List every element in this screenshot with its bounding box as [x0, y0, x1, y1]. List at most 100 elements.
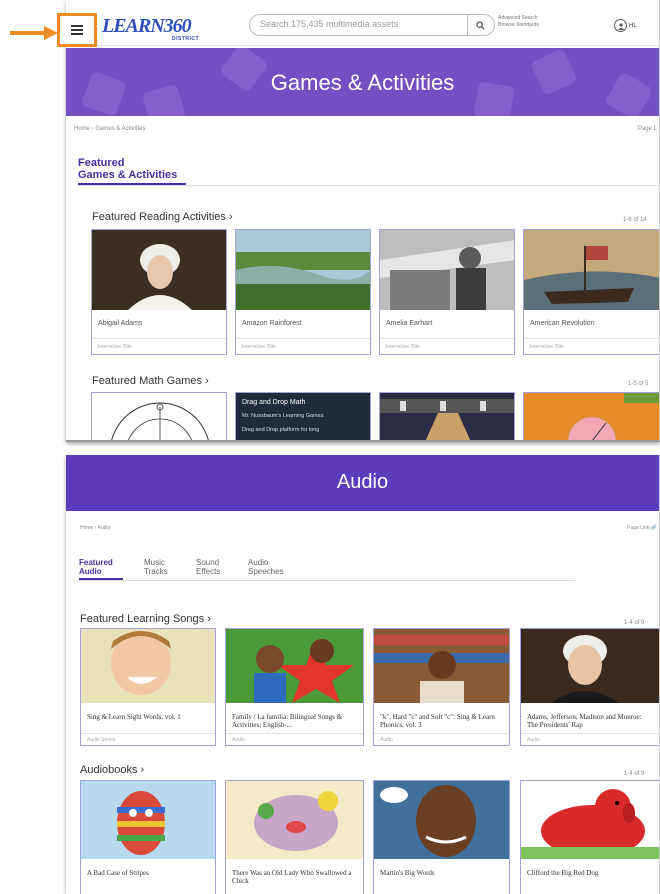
- card-divider: [92, 338, 226, 339]
- section-title-songs[interactable]: Featured Learning Songs ›: [80, 613, 211, 625]
- card-title: "k", Hard "c" and Soft "c": Sing & Learn…: [380, 713, 495, 729]
- user-initials: HL: [629, 22, 637, 29]
- tab-sound-effects[interactable]: Sound Effects: [196, 558, 220, 576]
- card-thumbnail: [92, 393, 226, 440]
- tab-label-line2: Effects: [196, 567, 221, 576]
- tab-featured-audio[interactable]: Featured Audio: [79, 558, 113, 576]
- card-old-lady-chick[interactable]: There Was an Old Lady Who Swallowed a Ch…: [225, 780, 364, 894]
- tab-label-line1: Featured: [79, 558, 113, 567]
- card-description: Drag and Drop platform for long: [242, 427, 320, 433]
- card-thumbnail: [380, 230, 514, 310]
- card-amazon-rainforest[interactable]: Amazon Rainforest Interactive Title: [235, 229, 371, 355]
- games-activities-screenshot: LEARN360 DISTRICT Advanced Search Browse…: [66, 0, 660, 442]
- card-thumbnail: [524, 393, 659, 440]
- card-divider: [226, 733, 363, 734]
- breadcrumb[interactable]: Home › Audio: [80, 525, 110, 531]
- section-title-math[interactable]: Featured Math Games ›: [92, 375, 209, 387]
- card-title: Martin's Big Words: [380, 869, 435, 877]
- card-title: Abigail Adams: [98, 320, 143, 327]
- tab-divider: [79, 580, 575, 581]
- card-american-revolution[interactable]: American Revolution Interactive Title: [523, 229, 659, 355]
- card-math-pig[interactable]: [523, 392, 659, 440]
- card-title: Amelia Earhart: [386, 320, 433, 327]
- card-type: Audio Series: [87, 737, 116, 743]
- tab-label-line2: Speeches: [248, 567, 284, 576]
- section-title-audiobooks[interactable]: Audiobooks ›: [80, 764, 144, 776]
- tab-audio-speeches[interactable]: Audio Speeches: [248, 558, 284, 576]
- card-type: Audio: [380, 737, 393, 743]
- card-divider: [524, 338, 659, 339]
- section-count-audiobooks: 1-4 of 9: [624, 771, 645, 777]
- search-box[interactable]: [249, 14, 495, 36]
- card-thumbnail: [92, 230, 226, 310]
- card-type: Interactive Title: [242, 344, 276, 350]
- user-menu[interactable]: HL: [614, 19, 637, 32]
- card-type: Interactive Title: [386, 344, 420, 350]
- page-title: Games & Activities: [270, 70, 455, 95]
- card-thumbnail: [380, 393, 514, 440]
- tab-label-line1: Music: [144, 558, 165, 567]
- card-type: Interactive Title: [530, 344, 564, 350]
- card-thumbnail: [374, 629, 509, 703]
- user-avatar-icon: [614, 19, 627, 32]
- card-title: Family / La familia: Bilingual Songs & A…: [232, 713, 343, 729]
- section-count-reading: 1-6 of 14: [623, 217, 647, 223]
- card-math-bowling[interactable]: [379, 392, 515, 440]
- card-martins-big-words[interactable]: Martin's Big Words: [373, 780, 510, 894]
- page-title: Audio: [336, 471, 389, 493]
- audio-screenshot: Audio Home › Audio Page Link 🔗 Featured …: [66, 455, 660, 894]
- page-link-label: Page Link: [627, 525, 650, 531]
- search-icon: [476, 20, 485, 30]
- logo-wordmark: LEARN360: [102, 15, 192, 37]
- card-divider: [380, 338, 514, 339]
- card-bad-case-of-stripes[interactable]: A Bad Case of Stripes: [80, 780, 216, 894]
- learn360-logo[interactable]: LEARN360 DISTRICT: [102, 14, 212, 44]
- card-clifford[interactable]: Clifford the Big Red Dog: [520, 780, 659, 894]
- page-link[interactable]: Page L: [638, 126, 657, 132]
- card-title: Drag and Drop Math: [242, 399, 306, 406]
- card-amelia-earhart[interactable]: Amelia Earhart Interactive Title: [379, 229, 515, 355]
- tab-label-line1: Audio: [248, 558, 269, 567]
- card-divider: [236, 338, 370, 339]
- card-presidents-rap[interactable]: Adams, Jefferson, Madison and Monroe: Th…: [520, 628, 659, 746]
- section-count-songs: 1-4 of 9: [624, 620, 645, 626]
- search-button[interactable]: [467, 14, 493, 36]
- browse-standards-link[interactable]: Browse Standards: [498, 22, 558, 29]
- card-title: Adams, Jefferson, Madison and Monroe: Th…: [527, 713, 642, 729]
- card-title: A Bad Case of Stripes: [87, 869, 149, 877]
- hamburger-menu-button[interactable]: [57, 13, 97, 47]
- card-drag-drop-math[interactable]: Drag and Drop Math Mr. Nussbaum's Learni…: [235, 392, 371, 440]
- card-family-la-familia[interactable]: Family / La familia: Bilingual Songs & A…: [225, 628, 364, 746]
- card-math-protractor[interactable]: [91, 392, 227, 440]
- tab-divider: [78, 185, 659, 186]
- card-sight-words[interactable]: Sing & Learn Sight Words, vol. 1 Audio S…: [80, 628, 216, 746]
- card-thumbnail: [524, 230, 659, 310]
- card-type: Audio: [232, 737, 245, 743]
- tab-featured-games[interactable]: Featured Games & Activities: [78, 157, 177, 181]
- search-input[interactable]: [260, 19, 460, 29]
- tab-label-line2: Tracks: [144, 567, 168, 576]
- page-link[interactable]: Page Link 🔗: [627, 525, 657, 531]
- section-title-reading[interactable]: Featured Reading Activities ›: [92, 211, 233, 223]
- card-title: Clifford the Big Red Dog: [527, 869, 599, 877]
- card-title: Amazon Rainforest: [242, 320, 302, 327]
- tab-label-line2: Audio: [79, 567, 102, 576]
- tab-label-line1: Featured: [78, 157, 125, 169]
- games-activities-banner: Games & Activities: [66, 48, 659, 116]
- card-thumbnail: [521, 629, 659, 703]
- hamburger-menu-icon: [71, 25, 83, 35]
- logo-subtitle: DISTRICT: [172, 36, 200, 42]
- card-divider: [81, 733, 215, 734]
- tab-music-tracks[interactable]: Music Tracks: [144, 558, 168, 576]
- advanced-search-link[interactable]: Advanced Search: [498, 15, 558, 22]
- breadcrumb[interactable]: Home › Games & Activities: [74, 126, 145, 132]
- card-subtitle: Mr. Nussbaum's Learning Games: [242, 413, 324, 419]
- card-title: Sing & Learn Sight Words, vol. 1: [87, 713, 181, 721]
- advanced-search-links[interactable]: Advanced Search Browse Standards: [498, 15, 558, 29]
- link-icon: 🔗: [650, 525, 657, 531]
- card-title: American Revolution: [530, 320, 595, 327]
- card-abigail-adams[interactable]: Abigail Adams Interactive Title: [91, 229, 227, 355]
- card-divider: [374, 733, 509, 734]
- card-thumbnail: [81, 629, 215, 703]
- card-phonics[interactable]: "k", Hard "c" and Soft "c": Sing & Learn…: [373, 628, 510, 746]
